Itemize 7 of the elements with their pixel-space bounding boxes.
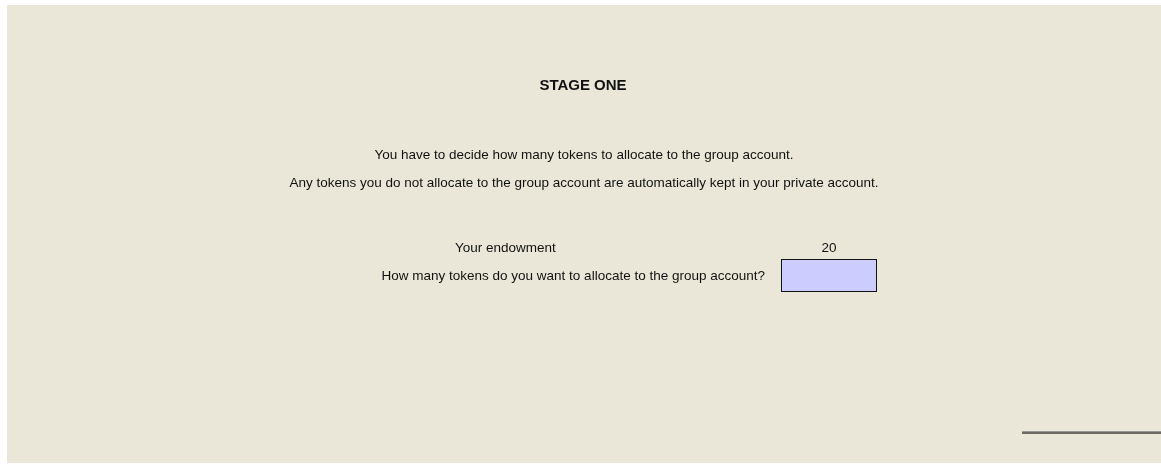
- endowment-value: 20: [821, 240, 837, 255]
- instruction-text: Any tokens you do not allocate to the group account are automatically kept in your private account.: [289, 175, 879, 190]
- allocation-input-field[interactable]: [781, 259, 877, 292]
- stage-title: STAGE ONE: [539, 76, 627, 93]
- endowment-label: Your endowment: [455, 240, 556, 255]
- instruction-text: You have to decide how many tokens to allocate to the group account.: [374, 147, 794, 162]
- allocation-question: How many tokens do you want to allocate to the group account?: [381, 268, 765, 283]
